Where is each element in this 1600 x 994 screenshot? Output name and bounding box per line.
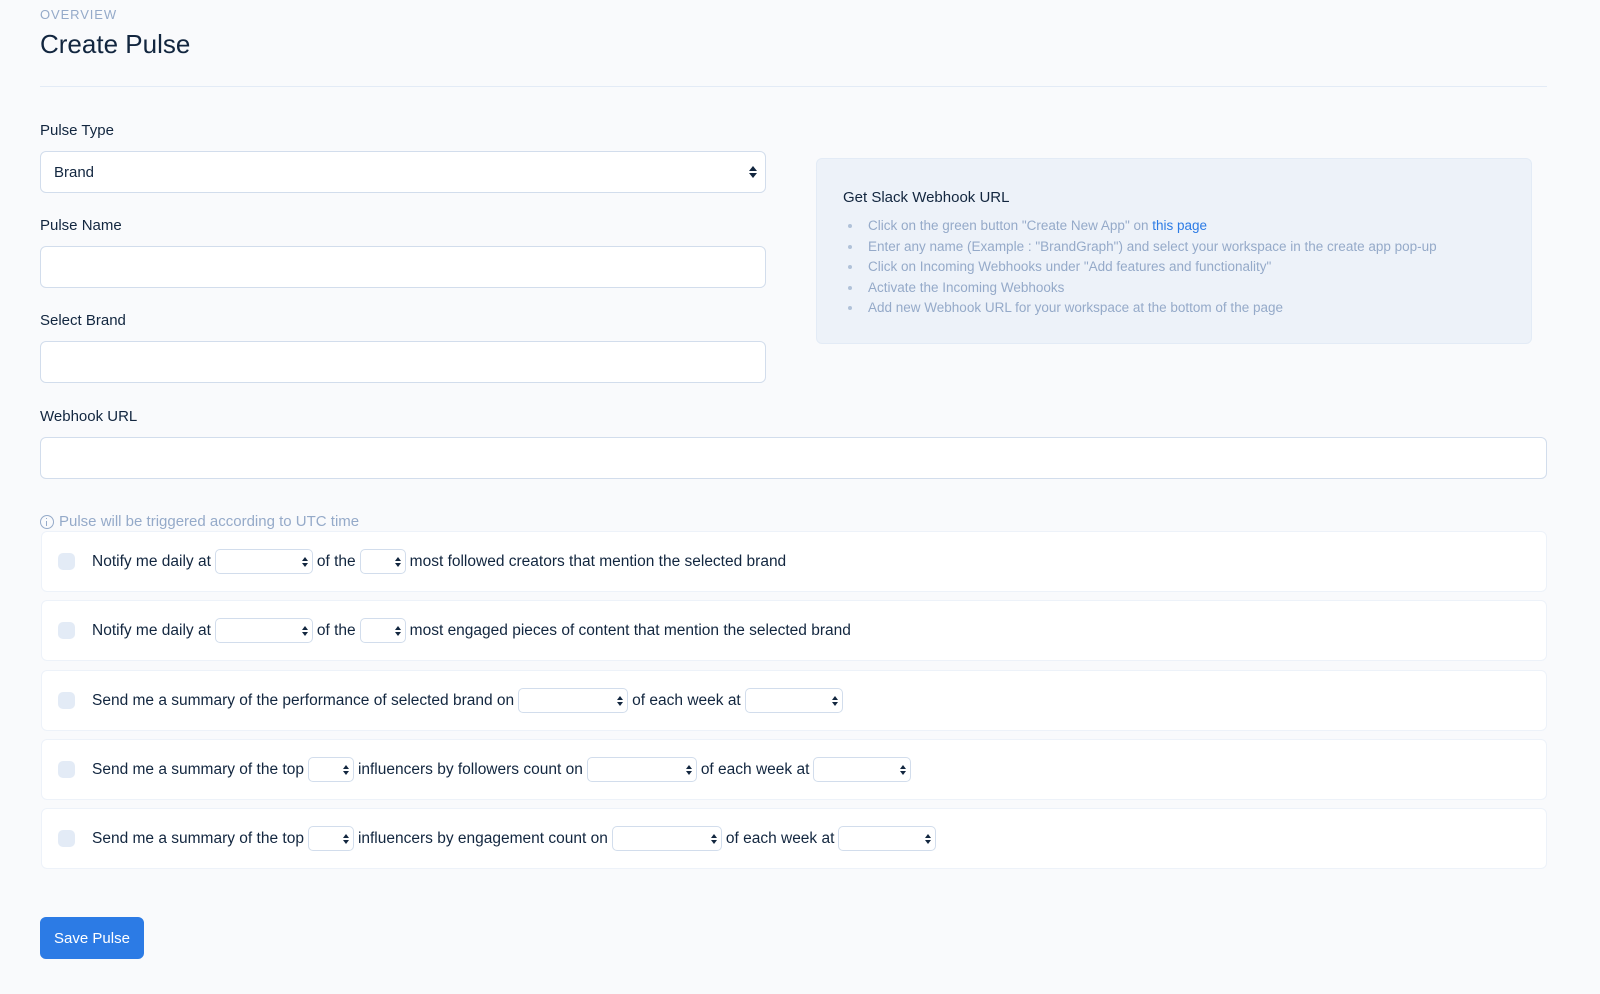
rule-text: of each week at (725, 829, 835, 847)
select-arrows-icon (394, 625, 401, 636)
rule-checkbox[interactable] (58, 622, 75, 639)
rule-text: most followed creators that mention the … (409, 552, 787, 570)
select-arrows-icon (685, 764, 692, 775)
day-select[interactable] (518, 688, 629, 713)
select-arrows-icon (301, 556, 308, 567)
day-select[interactable] (586, 757, 697, 782)
utc-note-text: Pulse will be triggered according to UTC… (59, 513, 360, 530)
select-arrows-icon (749, 165, 757, 179)
select-arrows-icon (394, 556, 401, 567)
rule-text: Notify me daily at (92, 621, 211, 639)
rule-text: most engaged pieces of content that ment… (409, 621, 851, 639)
rule-text: of each week at (700, 760, 810, 778)
rule-text: Send me a summary of the top (92, 760, 304, 778)
select-arrows-icon (710, 833, 717, 844)
pulse-name-label: Pulse Name (40, 217, 122, 234)
select-arrows-icon (925, 833, 932, 844)
utc-note: Pulse will be triggered according to UTC… (40, 513, 359, 530)
rule-text: of each week at (632, 691, 741, 709)
info-icon (40, 514, 54, 529)
rule-text: influencers by engagement count on (357, 829, 608, 847)
select-arrows-icon (900, 764, 907, 775)
webhook-url-label: Webhook URL (40, 408, 138, 425)
slack-webhook-help-card: Get Slack Webhook URL Click on the green… (816, 158, 1532, 344)
select-arrows-icon (342, 764, 349, 775)
help-step: Activate the Incoming Webhooks (847, 278, 1437, 299)
pulse-type-value: Brand (54, 163, 95, 181)
time-select[interactable] (214, 618, 313, 643)
page-pretitle: OVERVIEW (40, 7, 118, 22)
help-step: Click on Incoming Webhooks under "Add fe… (847, 257, 1437, 278)
time-select[interactable] (744, 688, 843, 713)
save-pulse-button[interactable]: Save Pulse (40, 917, 144, 959)
select-brand-input[interactable] (40, 341, 766, 383)
count-select[interactable] (359, 618, 406, 643)
time-select[interactable] (813, 757, 912, 782)
help-step: Click on the green button "Create New Ap… (847, 216, 1437, 237)
pulse-type-select[interactable]: Brand (40, 151, 766, 193)
this-page-link[interactable]: this page (1152, 218, 1207, 233)
select-brand-label: Select Brand (40, 312, 126, 329)
rule-text: of the (316, 621, 356, 639)
pulse-rule-row: Send me a summary of the top influencers… (41, 808, 1547, 869)
select-arrows-icon (831, 695, 838, 706)
day-select[interactable] (611, 826, 722, 851)
select-arrows-icon (301, 625, 308, 636)
rule-text: Send me a summary of the top (92, 829, 304, 847)
webhook-url-input[interactable] (40, 437, 1547, 479)
help-step: Add new Webhook URL for your workspace a… (847, 298, 1437, 319)
select-arrows-icon (342, 833, 349, 844)
time-select[interactable] (838, 826, 937, 851)
rule-text: Send me a summary of the performance of … (92, 691, 515, 709)
help-step: Enter any name (Example : "BrandGraph") … (847, 237, 1437, 258)
pulse-rule-row: Send me a summary of the top influencers… (41, 739, 1547, 800)
page-title: Create Pulse (40, 29, 191, 59)
count-select[interactable] (307, 757, 354, 782)
count-select[interactable] (359, 549, 406, 574)
rule-checkbox[interactable] (58, 692, 75, 709)
pulse-rule-row: Send me a summary of the performance of … (41, 670, 1547, 731)
help-title: Get Slack Webhook URL (843, 189, 1010, 206)
help-steps-list: Click on the green button "Create New Ap… (847, 216, 1437, 319)
pulse-rule-row: Notify me daily at of the most followed … (41, 531, 1547, 592)
count-select[interactable] (307, 826, 354, 851)
pulse-rule-row: Notify me daily at of the most engaged p… (41, 600, 1547, 661)
pulse-name-input[interactable] (40, 246, 766, 288)
rule-checkbox[interactable] (58, 830, 75, 847)
time-select[interactable] (214, 549, 313, 574)
header-divider (40, 86, 1547, 87)
rule-checkbox[interactable] (58, 761, 75, 778)
rule-text: Notify me daily at (92, 552, 211, 570)
pulse-type-label: Pulse Type (40, 122, 114, 139)
rule-text: of the (316, 552, 356, 570)
rule-text: influencers by followers count on (357, 760, 583, 778)
rule-checkbox[interactable] (58, 553, 75, 570)
select-arrows-icon (617, 695, 624, 706)
